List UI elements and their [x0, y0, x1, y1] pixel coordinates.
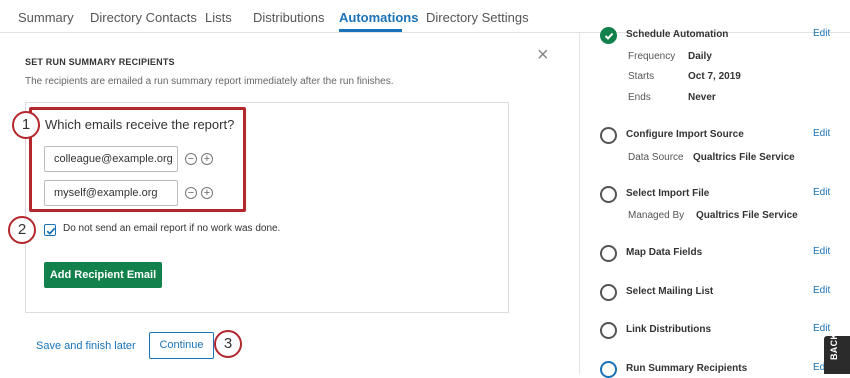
step-title-schedule-automation: Schedule Automation: [626, 29, 729, 40]
callout-badge-1: 1: [12, 111, 40, 139]
add-email-icon[interactable]: +: [201, 187, 213, 199]
step-title-configure-import-source: Configure Import Source: [626, 129, 744, 140]
question-label: Which emails receive the report?: [45, 117, 235, 132]
detail-value: Daily: [688, 51, 712, 62]
remove-email-icon[interactable]: −: [185, 153, 197, 165]
detail-label: Frequency: [628, 51, 676, 62]
tab-summary[interactable]: Summary: [18, 10, 74, 25]
step-title-run-summary-recipients: Run Summary Recipients: [626, 363, 748, 374]
step-title-link-distributions: Link Distributions: [626, 324, 711, 335]
no-work-checkbox-label: Do not send an email report if no work w…: [63, 223, 281, 234]
save-and-finish-later-link[interactable]: Save and finish later: [36, 340, 136, 352]
tab-lists[interactable]: Lists: [205, 10, 232, 25]
detail-label: Ends: [628, 92, 651, 103]
detail-value: Never: [688, 92, 716, 103]
tab-directory-settings[interactable]: Directory Settings: [426, 10, 529, 25]
step-current-icon: [600, 361, 617, 378]
step-pending-icon: [600, 186, 617, 203]
step-title-map-data-fields: Map Data Fields: [626, 247, 703, 258]
tab-distributions[interactable]: Distributions: [253, 10, 325, 25]
detail-value: Oct 7, 2019: [688, 71, 741, 82]
close-icon[interactable]: ×: [537, 45, 549, 65]
step-pending-icon: [600, 322, 617, 339]
tab-directory-contacts[interactable]: Directory Contacts: [90, 10, 197, 25]
add-recipient-email-button[interactable]: Add Recipient Email: [44, 262, 162, 288]
detail-label: Managed By: [628, 210, 685, 221]
check-icon: [604, 32, 614, 40]
step-pending-icon: [600, 245, 617, 262]
step-pending-icon: [600, 127, 617, 144]
feedback-tab-label: BACK: [829, 332, 839, 360]
step-title-select-import-file: Select Import File: [626, 188, 710, 199]
remove-email-icon[interactable]: −: [185, 187, 197, 199]
email-field[interactable]: colleague@example.org: [44, 146, 178, 172]
no-work-checkbox[interactable]: [44, 224, 56, 236]
edit-map-data-fields-link[interactable]: Edit: [813, 246, 830, 257]
step-complete-icon: [600, 27, 617, 44]
detail-label: Data Source: [628, 152, 684, 163]
edit-link-distributions-link[interactable]: Edit: [813, 323, 830, 334]
active-tab-indicator: [339, 29, 402, 32]
panel-title: SET RUN SUMMARY RECIPIENTS: [25, 57, 175, 67]
step-pending-icon: [600, 284, 617, 301]
edit-schedule-automation-link[interactable]: Edit: [813, 28, 830, 39]
checkmark-icon: [46, 227, 56, 235]
callout-badge-2: 2: [8, 216, 36, 244]
detail-value: Qualtrics File Service: [693, 152, 795, 163]
detail-label: Starts: [628, 71, 655, 82]
callout-badge-3: 3: [214, 330, 242, 358]
email-field[interactable]: myself@example.org: [44, 180, 178, 206]
automation-steps-panel: [580, 33, 850, 374]
edit-select-mailing-list-link[interactable]: Edit: [813, 285, 830, 296]
edit-configure-import-source-link[interactable]: Edit: [813, 128, 830, 139]
edit-select-import-file-link[interactable]: Edit: [813, 187, 830, 198]
step-title-select-mailing-list: Select Mailing List: [626, 286, 714, 297]
add-email-icon[interactable]: +: [201, 153, 213, 165]
detail-value: Qualtrics File Service: [696, 210, 798, 221]
tab-automations[interactable]: Automations: [339, 10, 418, 25]
panel-description: The recipients are emailed a run summary…: [25, 76, 394, 87]
feedback-tab[interactable]: BACK: [824, 332, 850, 374]
continue-button[interactable]: Continue: [149, 332, 214, 359]
